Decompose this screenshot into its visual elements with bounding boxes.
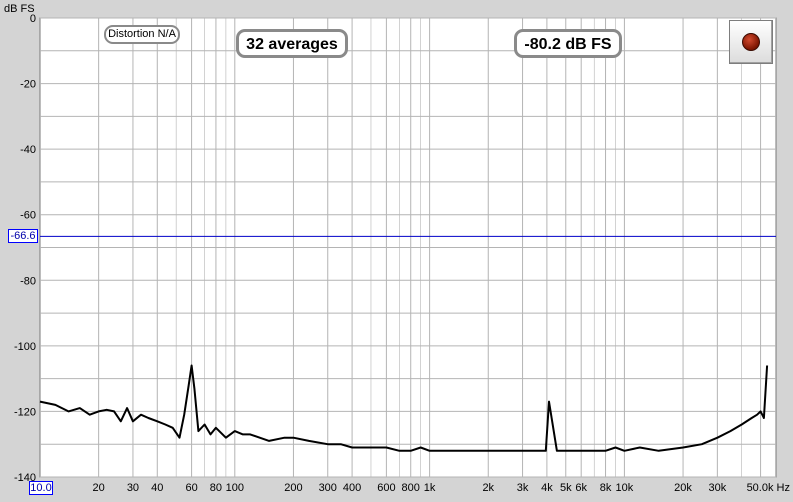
x-min-field[interactable]: 10.0 bbox=[29, 481, 53, 495]
y-tick-labels: 0-20-40-60-80-100-120-140 bbox=[14, 13, 36, 484]
x-tick-label: 80 bbox=[210, 482, 222, 494]
x-tick-label: 400 bbox=[343, 482, 361, 494]
x-tick-label: 30k bbox=[708, 482, 726, 494]
record-dot-icon bbox=[742, 33, 760, 51]
x-tick-label: 300 bbox=[319, 482, 337, 494]
x-tick-label: 3k bbox=[517, 482, 529, 494]
x-tick-label: 50.0k Hz bbox=[747, 482, 790, 494]
reference-level-label[interactable]: -66.6 bbox=[8, 229, 38, 244]
x-tick-label: 600 bbox=[377, 482, 395, 494]
x-tick-label: 200 bbox=[284, 482, 302, 494]
y-tick-label: -40 bbox=[20, 144, 36, 156]
x-tick-label: 100 bbox=[226, 482, 244, 494]
x-tick-label: 800 bbox=[402, 482, 420, 494]
x-tick-label: 2k bbox=[482, 482, 494, 494]
x-tick-label: 10k bbox=[616, 482, 634, 494]
x-tick-labels: 20 30 40 60 80 100 200 300 400 600 800 1k 2k 3k 4k 5k 6k… bbox=[93, 482, 790, 494]
x-tick-label: 40 bbox=[151, 482, 163, 494]
y-tick-label: -100 bbox=[14, 341, 36, 353]
distortion-badge: Distortion N/A bbox=[104, 25, 180, 44]
x-tick-label: 20k bbox=[674, 482, 692, 494]
y-tick-label: -20 bbox=[20, 79, 36, 91]
x-tick-label: 5k bbox=[560, 482, 572, 494]
averages-badge: 32 averages bbox=[236, 29, 348, 58]
rta-window: 0 -20 -40 -60 -80 -100 -120 -140 20 30 40 60 80 100 2… bbox=[0, 0, 793, 497]
record-button[interactable] bbox=[729, 20, 773, 64]
spectrum-chart: 0-20-40-60-80-100-120-140 20 30 40 60 80 100 2… bbox=[4, 3, 790, 494]
y-tick-label: -60 bbox=[20, 210, 36, 222]
x-tick-label: 60 bbox=[185, 482, 197, 494]
x-tick-label: 4k bbox=[541, 482, 553, 494]
x-tick-label: 6k bbox=[575, 482, 587, 494]
y-tick-label: -80 bbox=[20, 275, 36, 287]
x-tick-label: 30 bbox=[127, 482, 139, 494]
y-tick-label: -120 bbox=[14, 406, 36, 418]
x-tick-label: 20 bbox=[93, 482, 105, 494]
x-tick-label: 8k bbox=[600, 482, 612, 494]
x-tick-label: 1k bbox=[424, 482, 436, 494]
y-axis-label: dB FS bbox=[4, 3, 35, 15]
level-badge: -80.2 dB FS bbox=[514, 29, 622, 58]
